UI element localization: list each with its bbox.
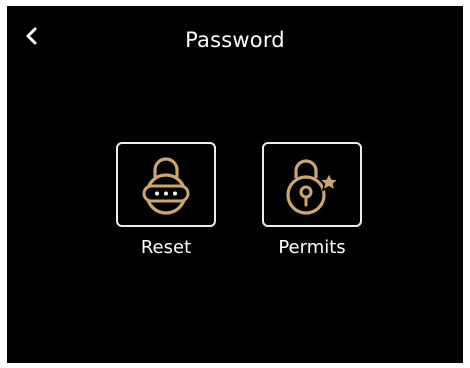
reset-label: Reset [140, 237, 192, 258]
reset-button[interactable] [116, 142, 216, 227]
permits-tile[interactable]: Permits [261, 142, 363, 259]
permits-button[interactable] [262, 142, 362, 227]
lock-star-icon [286, 158, 340, 215]
password-screen: Password Reset Permits [7, 6, 463, 363]
lock-password-icon [142, 156, 190, 215]
reset-tile[interactable]: Reset [115, 142, 217, 259]
permits-label: Permits [278, 237, 346, 258]
page-title: Password [185, 28, 285, 52]
